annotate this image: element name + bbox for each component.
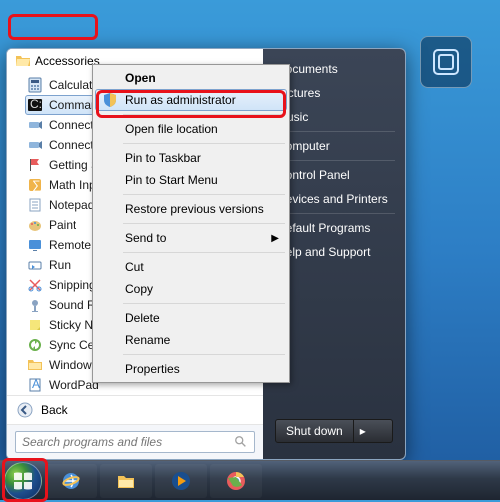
proj-icon bbox=[27, 137, 43, 153]
sound-icon bbox=[27, 297, 43, 313]
menu-separator bbox=[123, 223, 285, 224]
menu-delete[interactable]: Delete bbox=[95, 307, 287, 329]
svg-text:∑: ∑ bbox=[32, 178, 41, 192]
menu-separator bbox=[123, 143, 285, 144]
menu-send-to[interactable]: Send to ▶ bbox=[95, 227, 287, 249]
wordpad-icon: A bbox=[27, 377, 43, 393]
menu-label: Cut bbox=[125, 260, 144, 274]
menu-open[interactable]: Open bbox=[95, 67, 287, 89]
taskbar-chrome[interactable] bbox=[210, 464, 262, 498]
taskbar bbox=[0, 460, 500, 500]
menu-label: Open file location bbox=[125, 122, 218, 136]
menu-label: Rename bbox=[125, 333, 170, 347]
menu-separator bbox=[123, 252, 285, 253]
sticky-icon bbox=[27, 317, 43, 333]
shutdown-label: Shut down bbox=[276, 420, 354, 442]
menu-rename[interactable]: Rename bbox=[95, 329, 287, 351]
search-box[interactable] bbox=[15, 431, 255, 453]
start-orb[interactable] bbox=[4, 462, 42, 500]
flag-icon bbox=[27, 157, 43, 173]
menu-separator bbox=[123, 303, 285, 304]
sync-icon bbox=[27, 337, 43, 353]
highlight-accessories bbox=[8, 14, 98, 40]
menu-label: Send to bbox=[125, 231, 166, 245]
snip-icon bbox=[27, 277, 43, 293]
menu-label: Properties bbox=[125, 362, 180, 376]
menu-restore-previous-versions[interactable]: Restore previous versions bbox=[95, 198, 287, 220]
menu-cut[interactable]: Cut bbox=[95, 256, 287, 278]
menu-pin-to-start-menu[interactable]: Pin to Start Menu bbox=[95, 169, 287, 191]
back-button[interactable]: Back bbox=[7, 395, 263, 424]
svg-text:C:\: C:\ bbox=[30, 97, 43, 111]
shield-icon bbox=[102, 92, 118, 108]
shutdown-area: Shut down ▸ bbox=[267, 411, 401, 451]
folder-icon bbox=[115, 470, 137, 492]
search-input[interactable] bbox=[22, 435, 234, 449]
search-row bbox=[7, 424, 263, 459]
menu-copy[interactable]: Copy bbox=[95, 278, 287, 300]
rdp-icon bbox=[27, 237, 43, 253]
menu-label: Open bbox=[125, 71, 156, 85]
svg-text:A: A bbox=[32, 377, 40, 391]
note-icon bbox=[27, 197, 43, 213]
calc-icon bbox=[27, 77, 43, 93]
program-label: Notepad bbox=[49, 198, 94, 212]
folder-header-label: Accessories bbox=[35, 54, 100, 68]
menu-label: Pin to Start Menu bbox=[125, 173, 218, 187]
ie-icon bbox=[60, 470, 82, 492]
cmd-icon: C:\ bbox=[27, 97, 43, 113]
menu-run-as-administrator[interactable]: Run as administrator bbox=[95, 89, 287, 111]
proj-icon bbox=[27, 117, 43, 133]
paint-icon bbox=[27, 217, 43, 233]
program-label: Paint bbox=[49, 218, 76, 232]
menu-label: Copy bbox=[125, 282, 153, 296]
submenu-arrow-icon: ▶ bbox=[271, 233, 279, 244]
menu-open-file-location[interactable]: Open file location bbox=[95, 118, 287, 140]
program-label: Run bbox=[49, 258, 71, 272]
menu-label: Delete bbox=[125, 311, 160, 325]
math-icon: ∑ bbox=[27, 177, 43, 193]
menu-separator bbox=[123, 114, 285, 115]
back-label: Back bbox=[41, 403, 68, 417]
run-icon bbox=[27, 257, 43, 273]
menu-separator bbox=[123, 194, 285, 195]
taskbar-wmp[interactable] bbox=[155, 464, 207, 498]
menu-separator bbox=[123, 354, 285, 355]
taskbar-folder[interactable] bbox=[100, 464, 152, 498]
menu-label: Run as administrator bbox=[125, 93, 236, 107]
shutdown-button[interactable]: Shut down ▸ bbox=[275, 419, 393, 443]
chrome-icon bbox=[225, 470, 247, 492]
menu-label: Restore previous versions bbox=[125, 202, 264, 216]
menu-pin-to-taskbar[interactable]: Pin to Taskbar bbox=[95, 147, 287, 169]
wmp-icon bbox=[170, 470, 192, 492]
shutdown-options-arrow[interactable]: ▸ bbox=[354, 420, 372, 442]
explorer-icon bbox=[27, 357, 43, 373]
menu-label: Pin to Taskbar bbox=[125, 151, 201, 165]
desktop-shortcut[interactable] bbox=[420, 36, 472, 88]
folder-open-icon bbox=[15, 53, 31, 69]
menu-properties[interactable]: Properties bbox=[95, 358, 287, 380]
back-arrow-icon bbox=[17, 402, 33, 418]
taskbar-ie[interactable] bbox=[45, 464, 97, 498]
context-menu: Open Run as administrator Open file locati… bbox=[92, 64, 290, 383]
search-icon bbox=[234, 435, 248, 449]
